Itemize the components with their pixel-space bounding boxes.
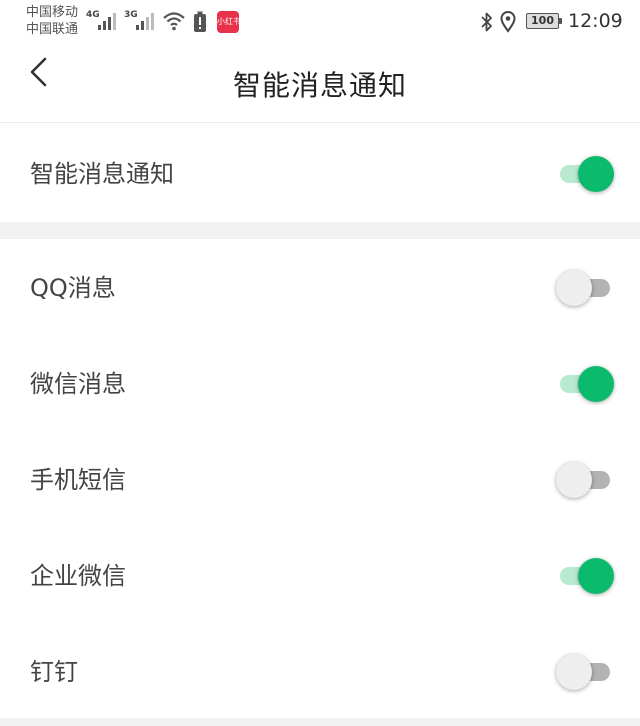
xiaohongshu-app-icon: 小红书 [217, 11, 239, 33]
carrier-1: 中国移动 [26, 5, 79, 20]
carrier-names: 中国移动 中国联通 [26, 4, 78, 38]
app-label-qq: QQ消息 [30, 274, 116, 302]
app-label-wework: 企业微信 [30, 562, 126, 590]
toggle-wework[interactable] [556, 558, 614, 594]
toggle-knob [556, 270, 592, 306]
master-toggle-switch[interactable] [556, 156, 614, 192]
app-label-sms: 手机短信 [30, 466, 126, 494]
header-bar: 智能消息通知 [0, 44, 640, 123]
master-toggle-label: 智能消息通知 [30, 160, 174, 188]
master-toggle-row[interactable]: 智能消息通知 [0, 126, 640, 222]
app-label-wechat: 微信消息 [30, 370, 126, 398]
toggle-knob [578, 366, 614, 402]
battery-icon: 100 [526, 13, 559, 29]
app-row-qq[interactable]: QQ消息 [0, 240, 640, 336]
wifi-icon [163, 12, 185, 31]
app-label-dingtalk: 钉钉 [30, 658, 78, 686]
carrier-2: 中国联通 [26, 22, 79, 37]
section-divider [0, 222, 640, 239]
toggle-knob [556, 462, 592, 498]
page-title: 智能消息通知 [232, 69, 407, 102]
location-icon [500, 11, 516, 33]
battery-tip [559, 18, 562, 24]
status-bar: 中国移动 中国联通 4G 3G 小红书 100 12:09 [0, 0, 640, 44]
toggle-sms[interactable] [556, 462, 614, 498]
battery-alert-icon [194, 11, 206, 32]
toggle-knob [578, 558, 614, 594]
toggle-qq[interactable] [556, 270, 614, 306]
bottom-divider [0, 718, 640, 726]
toggle-dingtalk[interactable] [556, 654, 614, 690]
app-row-wework[interactable]: 企业微信 [0, 528, 640, 624]
toggle-wechat[interactable] [556, 366, 614, 402]
app-row-sms[interactable]: 手机短信 [0, 432, 640, 528]
app-row-dingtalk[interactable]: 钉钉 [0, 624, 640, 720]
toggle-knob [556, 654, 592, 690]
status-time: 12:09 [568, 10, 623, 32]
toggle-knob [578, 156, 614, 192]
bluetooth-icon [481, 12, 492, 32]
app-row-wechat[interactable]: 微信消息 [0, 336, 640, 432]
